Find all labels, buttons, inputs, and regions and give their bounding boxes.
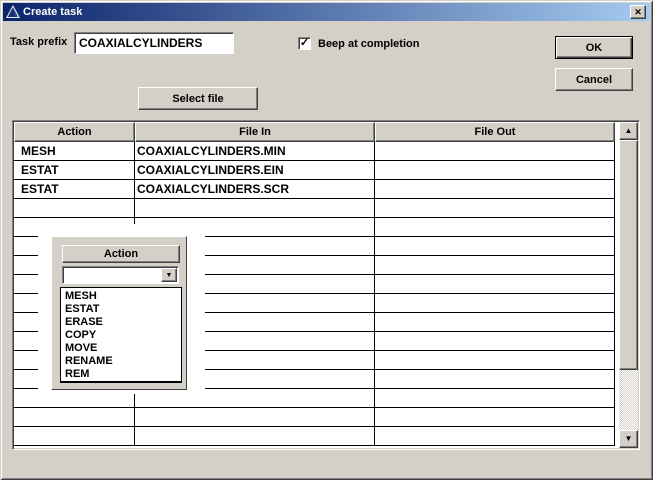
- cell-file-out[interactable]: [375, 427, 615, 445]
- cell-file-out[interactable]: [375, 370, 615, 388]
- arrow-down-icon: ▼: [625, 435, 633, 443]
- action-combobox[interactable]: ▼: [62, 266, 179, 284]
- table-header: Action File In File Out: [14, 122, 615, 142]
- action-option[interactable]: REM: [61, 368, 181, 381]
- ok-button[interactable]: OK: [555, 36, 633, 59]
- cell-file-in[interactable]: [135, 199, 375, 217]
- table-row: ESTATCOAXIALCYLINDERS.EIN: [14, 161, 615, 180]
- cell-file-out[interactable]: [375, 161, 615, 179]
- task-prefix-input[interactable]: [74, 32, 234, 54]
- column-header-action[interactable]: Action: [14, 122, 135, 142]
- chevron-down-icon: ▼: [166, 272, 173, 279]
- cell-file-out[interactable]: [375, 142, 615, 160]
- cell-file-in[interactable]: [135, 408, 375, 426]
- select-file-button[interactable]: Select file: [138, 87, 258, 110]
- cell-file-in[interactable]: COAXIALCYLINDERS.SCR: [135, 180, 375, 198]
- cancel-button[interactable]: Cancel: [555, 68, 633, 91]
- column-header-file-out[interactable]: File Out: [375, 122, 615, 142]
- create-task-dialog: Create task ✕ Task prefix ✓ Beep at comp…: [0, 0, 653, 480]
- popup-column-header[interactable]: Action: [62, 245, 180, 263]
- cell-file-out[interactable]: [375, 351, 615, 369]
- table-row: MESHCOAXIALCYLINDERS.MIN: [14, 142, 615, 161]
- table-row: ESTATCOAXIALCYLINDERS.SCR: [14, 180, 615, 199]
- cell-file-out[interactable]: [375, 218, 615, 236]
- beep-label: Beep at completion: [318, 38, 419, 50]
- action-option[interactable]: ESTAT: [61, 303, 181, 316]
- action-dropdown-list: MESHESTATERASECOPYMOVERENAMEREM: [60, 287, 182, 383]
- action-option[interactable]: COPY: [61, 329, 181, 342]
- cell-file-out[interactable]: [375, 332, 615, 350]
- cell-file-in[interactable]: [135, 427, 375, 445]
- close-icon: ✕: [634, 8, 642, 17]
- table-row: [14, 427, 615, 446]
- combo-dropdown-button[interactable]: ▼: [161, 268, 177, 282]
- action-option[interactable]: MESH: [61, 290, 181, 303]
- action-option[interactable]: ERASE: [61, 316, 181, 329]
- action-option[interactable]: RENAME: [61, 355, 181, 368]
- close-button[interactable]: ✕: [630, 5, 646, 19]
- scrollbar-thumb[interactable]: [619, 140, 638, 370]
- table-row: [14, 408, 615, 427]
- arrow-up-icon: ▲: [625, 127, 633, 135]
- cell-file-out[interactable]: [375, 313, 615, 331]
- app-logo-icon: [6, 5, 20, 19]
- window-title: Create task: [23, 6, 82, 18]
- cell-file-out[interactable]: [375, 408, 615, 426]
- cell-file-out[interactable]: [375, 199, 615, 217]
- cell-action[interactable]: [14, 199, 135, 217]
- beep-checkbox[interactable]: ✓: [298, 37, 311, 50]
- scroll-up-button[interactable]: ▲: [619, 122, 638, 140]
- cell-action[interactable]: ESTAT: [14, 161, 135, 179]
- cell-file-out[interactable]: [375, 389, 615, 407]
- action-option[interactable]: MOVE: [61, 342, 181, 355]
- cell-file-out[interactable]: [375, 294, 615, 312]
- task-prefix-label: Task prefix: [10, 36, 67, 48]
- cell-file-in[interactable]: COAXIALCYLINDERS.EIN: [135, 161, 375, 179]
- titlebar[interactable]: Create task ✕: [3, 3, 650, 21]
- action-editor-popup: Action ▼ MESHESTATERASECOPYMOVERENAMEREM: [51, 236, 187, 390]
- cell-file-out[interactable]: [375, 275, 615, 293]
- vertical-scrollbar[interactable]: ▲ ▼: [619, 122, 638, 448]
- column-header-file-in[interactable]: File In: [135, 122, 375, 142]
- cell-file-out[interactable]: [375, 256, 615, 274]
- scroll-down-button[interactable]: ▼: [619, 430, 638, 448]
- cell-action[interactable]: [14, 427, 135, 445]
- cell-action[interactable]: MESH: [14, 142, 135, 160]
- cell-file-in[interactable]: COAXIALCYLINDERS.MIN: [135, 142, 375, 160]
- cell-file-out[interactable]: [375, 180, 615, 198]
- table-row: [14, 199, 615, 218]
- cell-action[interactable]: [14, 408, 135, 426]
- checkmark-icon: ✓: [300, 38, 309, 49]
- cell-file-out[interactable]: [375, 237, 615, 255]
- cell-action[interactable]: ESTAT: [14, 180, 135, 198]
